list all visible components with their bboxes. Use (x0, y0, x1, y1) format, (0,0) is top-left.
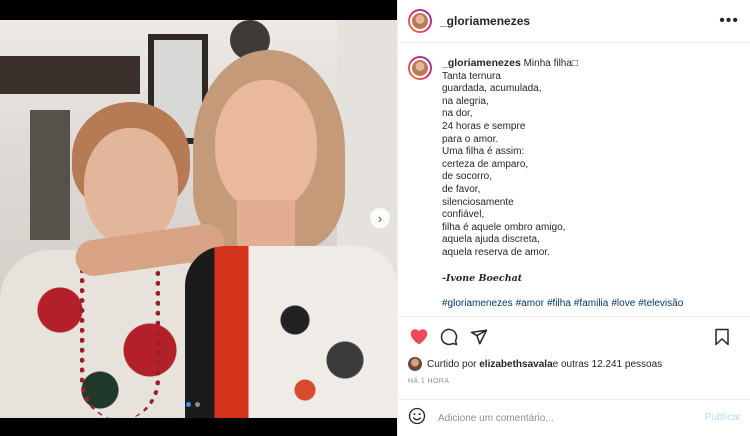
likes-prefix: Curtido por (427, 358, 477, 370)
chevron-right-icon[interactable]: › (370, 208, 390, 228)
more-options-icon[interactable]: ••• (719, 13, 739, 29)
caption-avatar[interactable] (408, 56, 432, 80)
carousel-dot (186, 402, 191, 407)
caption-line: aquela reserva de amor. (442, 246, 550, 258)
caption: _gloriamenezes Minha filha□ Tanta ternur… (398, 44, 750, 316)
caption-line: guardada, acumulada, (442, 83, 542, 95)
caption-line: 24 horas e sempre (442, 120, 526, 132)
caption-line: de favor, (442, 183, 481, 195)
comment-input[interactable] (438, 412, 678, 424)
photo-scene (0, 20, 397, 418)
liker-avatar (408, 357, 422, 371)
hashtags: #gloriamenezes #amor #filha #familia #love #t… (442, 298, 686, 311)
younger-woman (73, 50, 397, 418)
caption-line: para o amor. (442, 133, 499, 145)
hashtag-link[interactable]: #love (611, 298, 635, 309)
caption-line: na alegria, (442, 95, 489, 107)
caption-line: filha é aquele ombro amigo, (442, 221, 566, 233)
caption-line: aquela ajuda discreta, (442, 234, 540, 246)
caption-line: Tanta ternura (442, 70, 501, 82)
caption-line: certeza de amparo, (442, 158, 529, 170)
bookmark-icon[interactable] (711, 326, 733, 348)
share-icon[interactable] (468, 326, 490, 348)
likes-summary: Curtido por elizabethsavala e outras 12.… (408, 356, 662, 372)
ceiling-beam (0, 56, 140, 94)
hashtag-link[interactable]: #televisão (638, 298, 683, 309)
carousel-dots (186, 402, 200, 407)
caption-first-text: Minha filha□ (520, 58, 578, 69)
avatar[interactable] (408, 9, 432, 33)
carousel-dot (195, 402, 200, 407)
caption-author: -Ivone Boechat (442, 272, 523, 284)
post-photo[interactable]: › (0, 0, 397, 436)
caption-lines: Tanta ternura guardada, acumulada, na aleg… (442, 71, 686, 260)
comment-bar: Publicar (398, 399, 750, 436)
caption-line: silenciosamente (442, 196, 514, 208)
post-side-panel: _gloriamenezes ••• _gloriamenezes Minha … (397, 0, 750, 436)
hashtag-link[interactable]: #filha (547, 298, 571, 309)
heart-icon[interactable] (408, 326, 430, 348)
caption-body: _gloriamenezes Minha filha□ Tanta ternur… (442, 56, 686, 316)
publish-button[interactable]: Publicar (705, 412, 741, 423)
hashtag-link[interactable]: #familia (574, 298, 608, 309)
caption-username[interactable]: _gloriamenezes (442, 57, 521, 69)
comment-icon[interactable] (438, 326, 460, 348)
hashtag-link[interactable]: #amor (516, 298, 544, 309)
hashtag-link[interactable]: #gloriamenezes (442, 298, 513, 309)
caption-line: de socorro, (442, 171, 493, 183)
post-header: _gloriamenezes ••• (398, 0, 750, 43)
post-timestamp[interactable]: HÁ 1 HORA (408, 378, 449, 385)
header-username[interactable]: _gloriamenezes (440, 14, 530, 28)
action-bar (398, 316, 750, 356)
liker-username[interactable]: elizabethsavala (479, 359, 552, 370)
caption-line: confiável, (442, 209, 485, 221)
caption-line: Uma filha é assim: (442, 146, 525, 158)
emoji-icon[interactable] (408, 407, 426, 430)
caption-line: na dor, (442, 108, 473, 120)
likes-suffix[interactable]: e outras 12.241 pessoas (553, 359, 663, 370)
